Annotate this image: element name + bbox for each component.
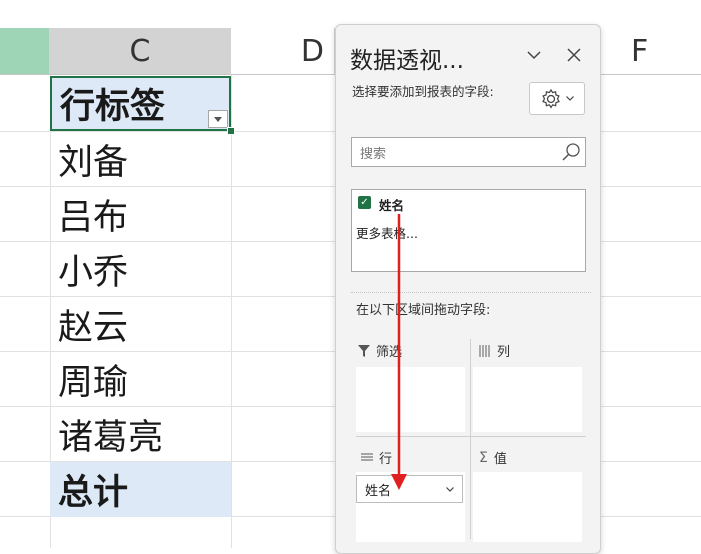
pane-title: 数据透视... xyxy=(350,48,464,74)
pivot-row-item[interactable]: 周瑜 xyxy=(50,352,231,407)
pivot-row-item[interactable]: 刘备 xyxy=(50,132,231,187)
close-icon[interactable] xyxy=(562,43,586,67)
column-header-f[interactable]: F xyxy=(601,28,701,75)
settings-button[interactable] xyxy=(529,82,585,115)
search-placeholder: 搜索 xyxy=(360,146,387,162)
columns-area-label: 列 xyxy=(497,345,511,360)
filter-area-label: 筛选 xyxy=(376,345,403,360)
search-icon xyxy=(562,143,580,161)
row-field-chip-label: 姓名 xyxy=(365,483,392,499)
columns-drop-area[interactable] xyxy=(473,367,582,432)
filter-dropdown-button[interactable] xyxy=(208,110,228,128)
chevron-down-icon xyxy=(566,96,574,101)
column-header-d[interactable]: D xyxy=(231,28,335,75)
rows-icon xyxy=(361,452,373,461)
pivot-row-label-header[interactable]: 行标签 xyxy=(50,76,231,131)
divider xyxy=(470,339,471,539)
grand-total-cell[interactable]: 总计 xyxy=(50,462,231,517)
field-item-name[interactable]: 姓名 xyxy=(379,195,404,214)
values-drop-area[interactable] xyxy=(473,472,582,542)
pivot-fields-pane: 数据透视... 选择要添加到报表的字段: 搜索 ✓ 姓名 更多表格... 在以下… xyxy=(335,24,601,554)
drag-areas-label: 在以下区域间拖动字段: xyxy=(356,303,491,318)
column-header-c[interactable]: C xyxy=(50,28,231,75)
divider xyxy=(356,436,586,437)
columns-icon xyxy=(479,344,490,357)
pane-subtitle: 选择要添加到报表的字段: xyxy=(352,84,494,99)
checkbox-checked-icon[interactable]: ✓ xyxy=(358,196,371,209)
values-area-header: Σ 值 xyxy=(479,448,507,468)
pivot-row-item[interactable]: 小乔 xyxy=(50,242,231,297)
pivot-row-item[interactable]: 吕布 xyxy=(50,187,231,242)
rows-area-label: 行 xyxy=(379,452,393,467)
pivot-row-item[interactable]: 赵云 xyxy=(50,297,231,352)
filter-area-header: 筛选 xyxy=(358,341,402,360)
field-list: ✓ 姓名 更多表格... xyxy=(351,189,586,272)
more-tables-link[interactable]: 更多表格... xyxy=(356,223,418,242)
gear-icon xyxy=(542,88,560,109)
rows-area-header: 行 xyxy=(361,448,392,467)
grid-line xyxy=(231,75,232,548)
field-search-input[interactable]: 搜索 xyxy=(351,137,586,167)
row-field-chip[interactable]: 姓名 xyxy=(356,475,463,503)
column-header-b[interactable] xyxy=(0,28,50,75)
pivot-row-item[interactable]: 诸葛亮 xyxy=(50,407,231,462)
filter-icon xyxy=(358,344,370,357)
columns-area-header: 列 xyxy=(479,341,510,360)
divider xyxy=(351,292,591,293)
chevron-down-icon[interactable] xyxy=(446,486,454,492)
filter-drop-area[interactable] xyxy=(356,367,465,432)
triangle-down-icon xyxy=(214,116,222,122)
chevron-down-icon[interactable] xyxy=(522,43,546,67)
values-area-label: 值 xyxy=(493,452,507,467)
sigma-icon: Σ xyxy=(479,449,488,466)
